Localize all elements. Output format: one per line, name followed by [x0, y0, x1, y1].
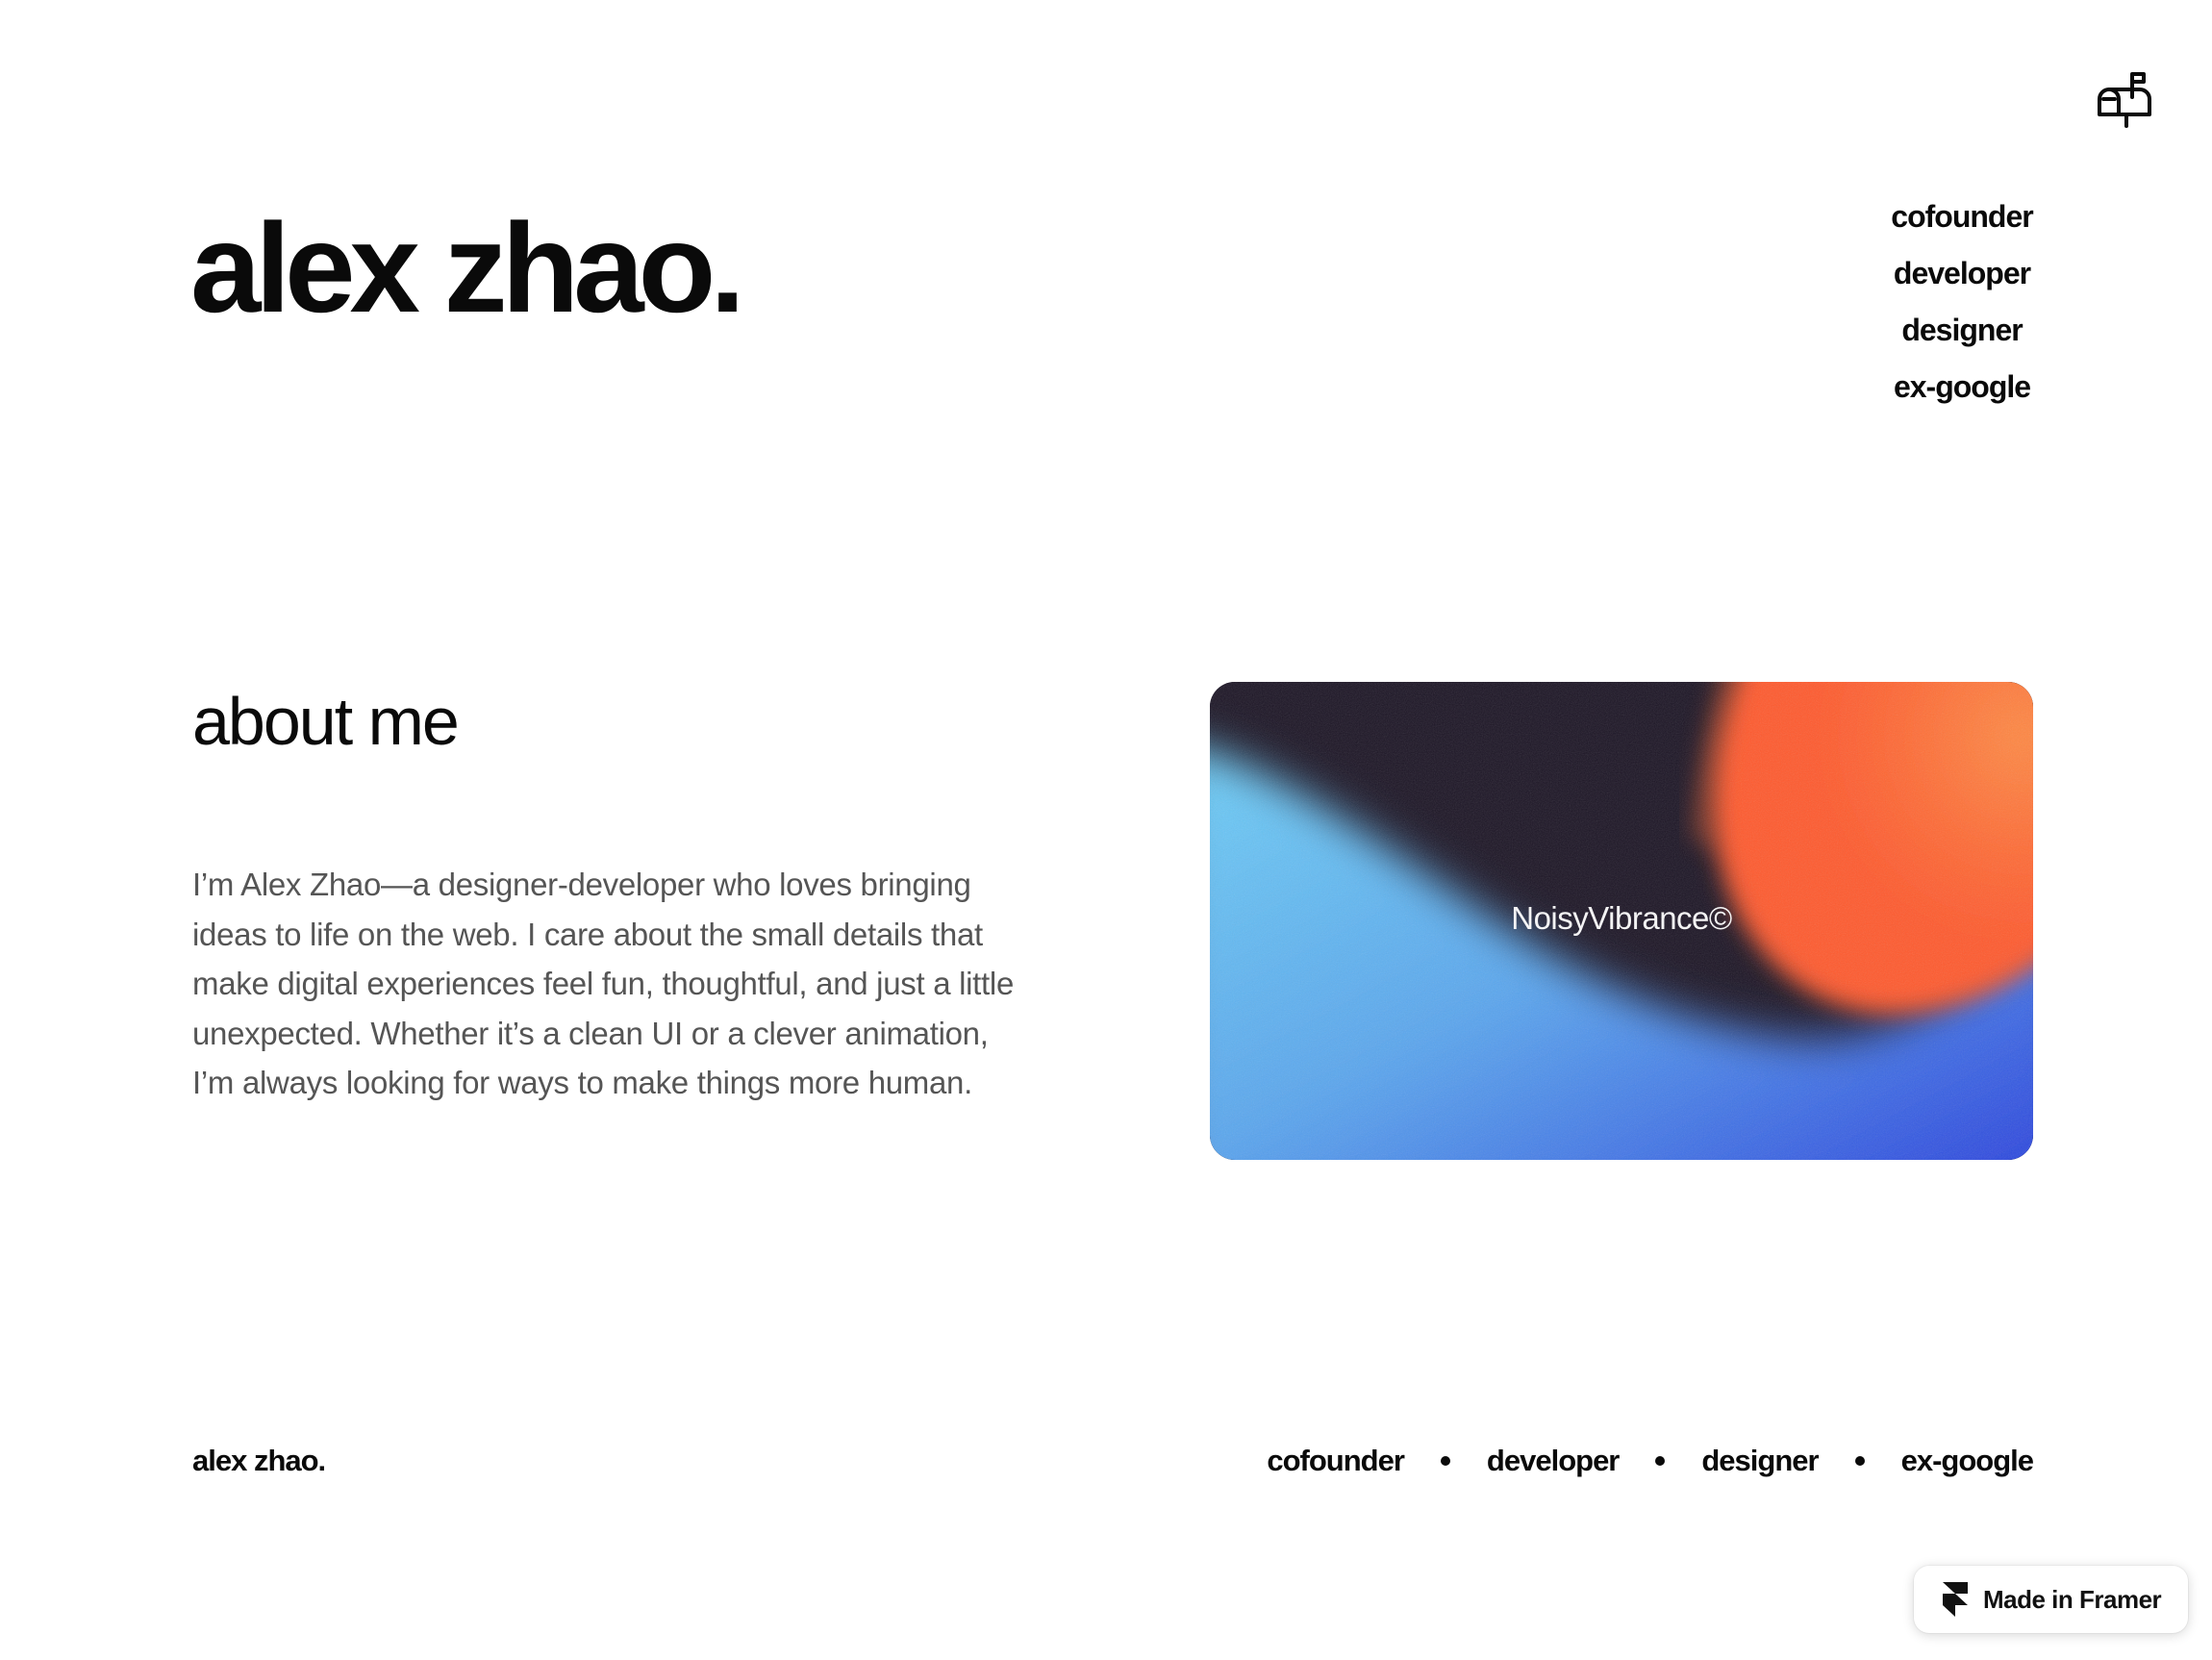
gradient-card: NoisyVibrance© [1210, 682, 2033, 1160]
about-title: about me [192, 684, 460, 759]
bullet-dot [1854, 1456, 1865, 1466]
hero-role-designer: designer [1901, 313, 2023, 347]
hero-role-cofounder: cofounder [1891, 199, 2033, 234]
hero-title: alex zhao. [190, 197, 745, 339]
footer-name: alex zhao. [192, 1444, 326, 1477]
bullet-dot [1655, 1456, 1666, 1466]
mailbox-icon [2098, 72, 2151, 128]
footer-role-designer: designer [1701, 1444, 1819, 1477]
footer-role-ex-google: ex-google [1900, 1444, 2034, 1477]
about-description: I’m Alex Zhao—a designer-developer who l… [192, 867, 1014, 1100]
footer-role-cofounder: cofounder [1267, 1444, 1405, 1477]
footer-role-developer: developer [1486, 1444, 1620, 1477]
bullet-dot [1440, 1456, 1450, 1466]
hero-role-ex-google: ex-google [1893, 369, 2031, 404]
card-label: NoisyVibrance© [1511, 900, 1732, 936]
hero-roles-list: cofounder developer designer ex-google [1866, 189, 2058, 415]
mailbox-button[interactable] [2093, 67, 2156, 131]
made-in-framer-label: Made in Framer [1983, 1584, 2162, 1614]
framer-logo-icon [1943, 1582, 1968, 1617]
hero-role-developer: developer [1893, 256, 2031, 290]
footer-roles-list: cofounder developer designer ex-google [1267, 1437, 2034, 1485]
made-in-framer-badge[interactable]: Made in Framer [1914, 1566, 2188, 1633]
